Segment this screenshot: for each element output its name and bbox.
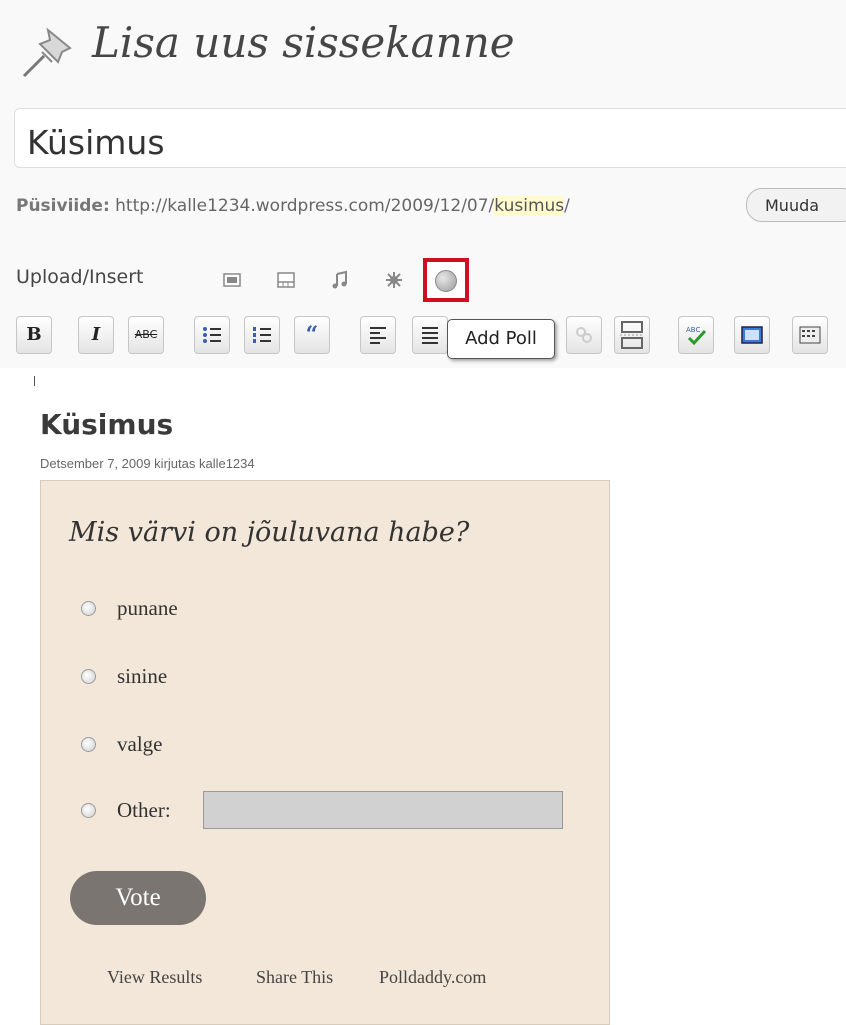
page-title: Lisa uus sissekanne	[92, 18, 515, 67]
video-icon[interactable]	[276, 270, 296, 290]
permalink-label: Püsiviide:	[16, 196, 110, 216]
align-left-button[interactable]	[360, 316, 396, 354]
poll-option-label: valge	[117, 732, 163, 756]
poll-other-radio[interactable]	[81, 803, 96, 818]
add-poll-tooltip: Add Poll	[447, 319, 555, 359]
align-left-icon	[370, 327, 386, 344]
fullscreen-icon	[741, 326, 763, 344]
bullet-list-icon	[203, 327, 221, 343]
poll-question: Mis värvi on jõuluvana habe?	[69, 517, 470, 548]
unlink-button[interactable]	[566, 316, 602, 354]
image-icon[interactable]	[222, 270, 242, 290]
post-title: Küsimus	[40, 408, 174, 441]
poll-widget: Mis värvi on jõuluvana habe? punane sini…	[40, 480, 610, 1025]
edit-permalink-button[interactable]: Muuda	[746, 188, 846, 222]
bold-button[interactable]: B	[16, 316, 52, 354]
kitchen-sink-button[interactable]	[792, 316, 828, 354]
kitchen-sink-icon	[799, 326, 821, 344]
post-meta: Detsember 7, 2009 kirjutas kalle1234	[40, 456, 255, 471]
permalink-url-suffix: /	[564, 196, 570, 216]
audio-icon[interactable]	[330, 270, 350, 290]
pushpin-icon	[22, 27, 72, 78]
poll-option-radio[interactable]	[81, 737, 96, 752]
media-icon[interactable]	[384, 270, 404, 290]
polldaddy-link[interactable]: Polldaddy.com	[379, 967, 486, 988]
align-center-button[interactable]	[412, 316, 448, 354]
poll-icon[interactable]	[435, 270, 457, 292]
post-editor: Lisa uus sissekanne Püsiviide: http://ka…	[0, 0, 846, 368]
numbered-list-button[interactable]	[244, 316, 280, 354]
poll-option-label: sinine	[117, 664, 168, 688]
more-tag-button[interactable]	[614, 316, 650, 354]
spellcheck-button[interactable]: ABC	[678, 316, 714, 354]
post-title-input[interactable]	[14, 108, 846, 168]
poll-option-radio[interactable]	[81, 669, 96, 684]
permalink-slug[interactable]: kusimus	[494, 196, 565, 216]
align-center-icon	[422, 327, 438, 344]
blockquote-icon: “	[305, 322, 319, 348]
vote-button[interactable]: Vote	[70, 871, 206, 925]
permalink-url-prefix: http://kalle1234.wordpress.com/2009/12/0…	[115, 196, 495, 216]
svg-text:ABC: ABC	[686, 326, 700, 334]
view-results-link[interactable]: View Results	[107, 967, 202, 988]
italic-button[interactable]: I	[78, 316, 114, 354]
bullet-list-button[interactable]	[194, 316, 230, 354]
spellcheck-icon: ABC	[686, 326, 707, 346]
formatting-toolbar: B I ABC “ ABC	[0, 312, 846, 362]
unlink-icon	[576, 327, 592, 343]
strikethrough-button[interactable]: ABC	[128, 316, 164, 354]
poll-option-label: punane	[117, 596, 178, 620]
add-poll-highlight[interactable]	[423, 258, 469, 302]
poll-option-radio[interactable]	[81, 601, 96, 616]
poll-other-input[interactable]	[203, 791, 563, 829]
share-this-link[interactable]: Share This	[256, 967, 333, 988]
numbered-list-icon	[253, 327, 271, 343]
poll-other-label: Other:	[117, 798, 171, 822]
upload-insert-label: Upload/Insert	[16, 266, 144, 288]
text-cursor	[34, 376, 35, 386]
permalink: Püsiviide: http://kalle1234.wordpress.co…	[16, 196, 570, 216]
more-tag-icon	[620, 321, 644, 349]
fullscreen-button[interactable]	[734, 316, 770, 354]
blockquote-button[interactable]: “	[294, 316, 330, 354]
